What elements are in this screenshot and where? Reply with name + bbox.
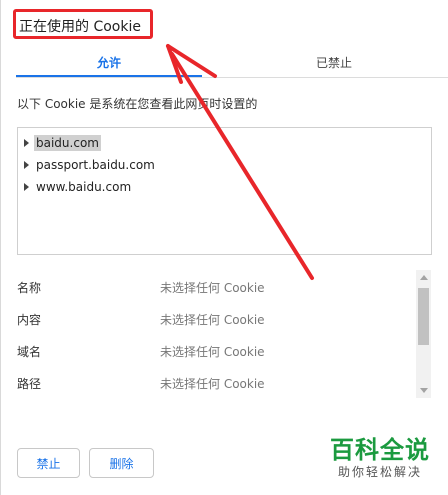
dialog-title: 正在使用的 Cookie (19, 19, 141, 35)
delete-button[interactable]: 删除 (89, 448, 154, 478)
detail-key: 路径 (17, 377, 42, 391)
scroll-thumb[interactable] (418, 288, 429, 345)
watermark-logo: 百科全说 (330, 436, 430, 464)
tab-allowed[interactable]: 允许 (16, 50, 202, 78)
tab-blocked[interactable]: 已禁止 (244, 50, 424, 78)
tree-item-label: passport.baidu.com (36, 158, 155, 172)
details-scrollbar[interactable] (416, 270, 431, 398)
tree-item-baidu[interactable]: baidu.com (24, 133, 101, 153)
detail-key: 域名 (17, 345, 42, 359)
tree-item-passport[interactable]: passport.baidu.com (24, 155, 157, 175)
scroll-up-icon[interactable] (420, 275, 428, 280)
detail-row-content: 内容 未选择任何 Cookie (17, 311, 417, 331)
expand-arrow-icon[interactable] (24, 161, 29, 169)
active-tab-indicator (16, 75, 202, 77)
detail-row-name: 名称 未选择任何 Cookie (17, 279, 417, 299)
tabs-divider (16, 77, 448, 78)
detail-value: 未选择任何 Cookie (160, 281, 265, 295)
tree-item-label: www.baidu.com (36, 180, 132, 194)
detail-row-domain: 域名 未选择任何 Cookie (17, 343, 417, 363)
tree-item-label: baidu.com (34, 135, 101, 151)
expand-arrow-icon[interactable] (24, 183, 29, 191)
tree-item-www[interactable]: www.baidu.com (24, 177, 133, 197)
cookie-details: 名称 未选择任何 Cookie 内容 未选择任何 Cookie 域名 未选择任何… (17, 270, 432, 398)
scroll-down-icon[interactable] (420, 388, 428, 393)
tab-bar: 允许 已禁止 (0, 50, 448, 78)
detail-value: 未选择任何 Cookie (160, 377, 265, 391)
cookie-dialog: 正在使用的 Cookie 允许 已禁止 以下 Cookie 是系统在您查看此网页… (0, 0, 448, 495)
detail-key: 内容 (17, 313, 42, 327)
detail-key: 名称 (17, 281, 42, 295)
detail-row-path: 路径 未选择任何 Cookie (17, 375, 417, 395)
block-button[interactable]: 禁止 (17, 448, 80, 478)
cookie-description: 以下 Cookie 是系统在您查看此网页时设置的 (17, 97, 258, 111)
detail-value: 未选择任何 Cookie (160, 313, 265, 327)
watermark: 百科全说 助你轻松解决 (320, 436, 440, 480)
expand-arrow-icon[interactable] (24, 139, 29, 147)
watermark-subtitle: 助你轻松解决 (337, 465, 422, 479)
cookie-tree[interactable]: baidu.com passport.baidu.com www.baidu.c… (17, 127, 432, 255)
detail-value: 未选择任何 Cookie (160, 345, 265, 359)
